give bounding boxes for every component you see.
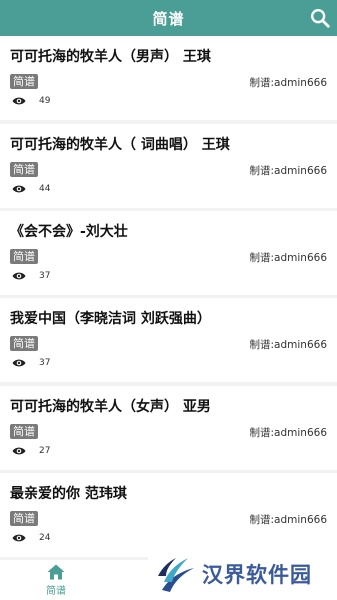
app-header: 简谱 bbox=[0, 0, 337, 36]
category-tag: 简谱 bbox=[10, 336, 38, 351]
view-count: 44 bbox=[39, 184, 51, 194]
list-item[interactable]: 可可托海的牧羊人（ 词曲唱） 王琪 简谱 制谱:admin666 44 bbox=[0, 124, 337, 208]
maker-label: 制谱:admin666 bbox=[249, 427, 327, 439]
search-icon bbox=[311, 9, 330, 28]
search-button[interactable] bbox=[309, 7, 331, 29]
home-icon bbox=[47, 564, 65, 580]
eye-icon bbox=[12, 359, 26, 367]
item-title: 可可托海的牧羊人（ 词曲唱） 王琪 bbox=[10, 137, 230, 153]
score-list[interactable]: 可可托海的牧羊人（男声） 王琪 简谱 制谱:admin666 49 可可托海的牧… bbox=[0, 36, 337, 560]
eye-icon bbox=[12, 272, 26, 280]
nav-item-home[interactable]: 简谱 bbox=[40, 564, 72, 598]
list-item[interactable]: 我爱中国（李晓洁词 刘跃强曲） 简谱 制谱:admin666 37 bbox=[0, 298, 337, 382]
view-count: 37 bbox=[39, 358, 51, 368]
maker-label: 制谱:admin666 bbox=[249, 165, 327, 177]
item-title: 最亲爱的你 范玮琪 bbox=[10, 486, 127, 502]
watermark-logo bbox=[158, 558, 194, 592]
view-count-row: 27 bbox=[12, 446, 50, 456]
list-item[interactable]: 《会不会》-刘大壮 简谱 制谱:admin666 37 bbox=[0, 211, 337, 295]
eye-icon bbox=[12, 185, 26, 193]
watermark: 汉界软件园 bbox=[148, 548, 337, 600]
eye-icon bbox=[12, 97, 26, 105]
item-title: 我爱中国（李晓洁词 刘跃强曲） bbox=[10, 311, 211, 327]
view-count-row: 44 bbox=[12, 184, 50, 194]
category-tag: 简谱 bbox=[10, 511, 38, 526]
maker-label: 制谱:admin666 bbox=[249, 77, 327, 89]
maker-label: 制谱:admin666 bbox=[249, 514, 327, 526]
view-count: 27 bbox=[39, 446, 51, 456]
view-count-row: 49 bbox=[12, 96, 50, 106]
maker-label: 制谱:admin666 bbox=[249, 339, 327, 351]
item-title: 可可托海的牧羊人（男声） 王琪 bbox=[10, 49, 211, 65]
view-count: 37 bbox=[39, 271, 51, 281]
nav-item-label: 简谱 bbox=[46, 586, 66, 597]
view-count: 49 bbox=[39, 96, 51, 106]
page-title: 简谱 bbox=[152, 9, 185, 28]
list-item[interactable]: 最亲爱的你 范玮琪 简谱 制谱:admin666 24 bbox=[0, 473, 337, 557]
category-tag: 简谱 bbox=[10, 74, 38, 89]
item-title: 可可托海的牧羊人（女声） 亚男 bbox=[10, 399, 211, 415]
eye-icon bbox=[12, 447, 26, 455]
watermark-text: 汉界软件园 bbox=[202, 563, 312, 587]
category-tag: 简谱 bbox=[10, 162, 38, 177]
view-count-row: 37 bbox=[12, 271, 50, 281]
list-item[interactable]: 可可托海的牧羊人（男声） 王琪 简谱 制谱:admin666 49 bbox=[0, 36, 337, 120]
category-tag: 简谱 bbox=[10, 249, 38, 264]
view-count-row: 24 bbox=[12, 533, 50, 543]
list-item[interactable]: 可可托海的牧羊人（女声） 亚男 简谱 制谱:admin666 27 bbox=[0, 386, 337, 470]
maker-label: 制谱:admin666 bbox=[249, 252, 327, 264]
view-count: 24 bbox=[39, 533, 51, 543]
item-title: 《会不会》-刘大壮 bbox=[10, 224, 128, 240]
category-tag: 简谱 bbox=[10, 424, 38, 439]
view-count-row: 37 bbox=[12, 358, 50, 368]
eye-icon bbox=[12, 534, 26, 542]
